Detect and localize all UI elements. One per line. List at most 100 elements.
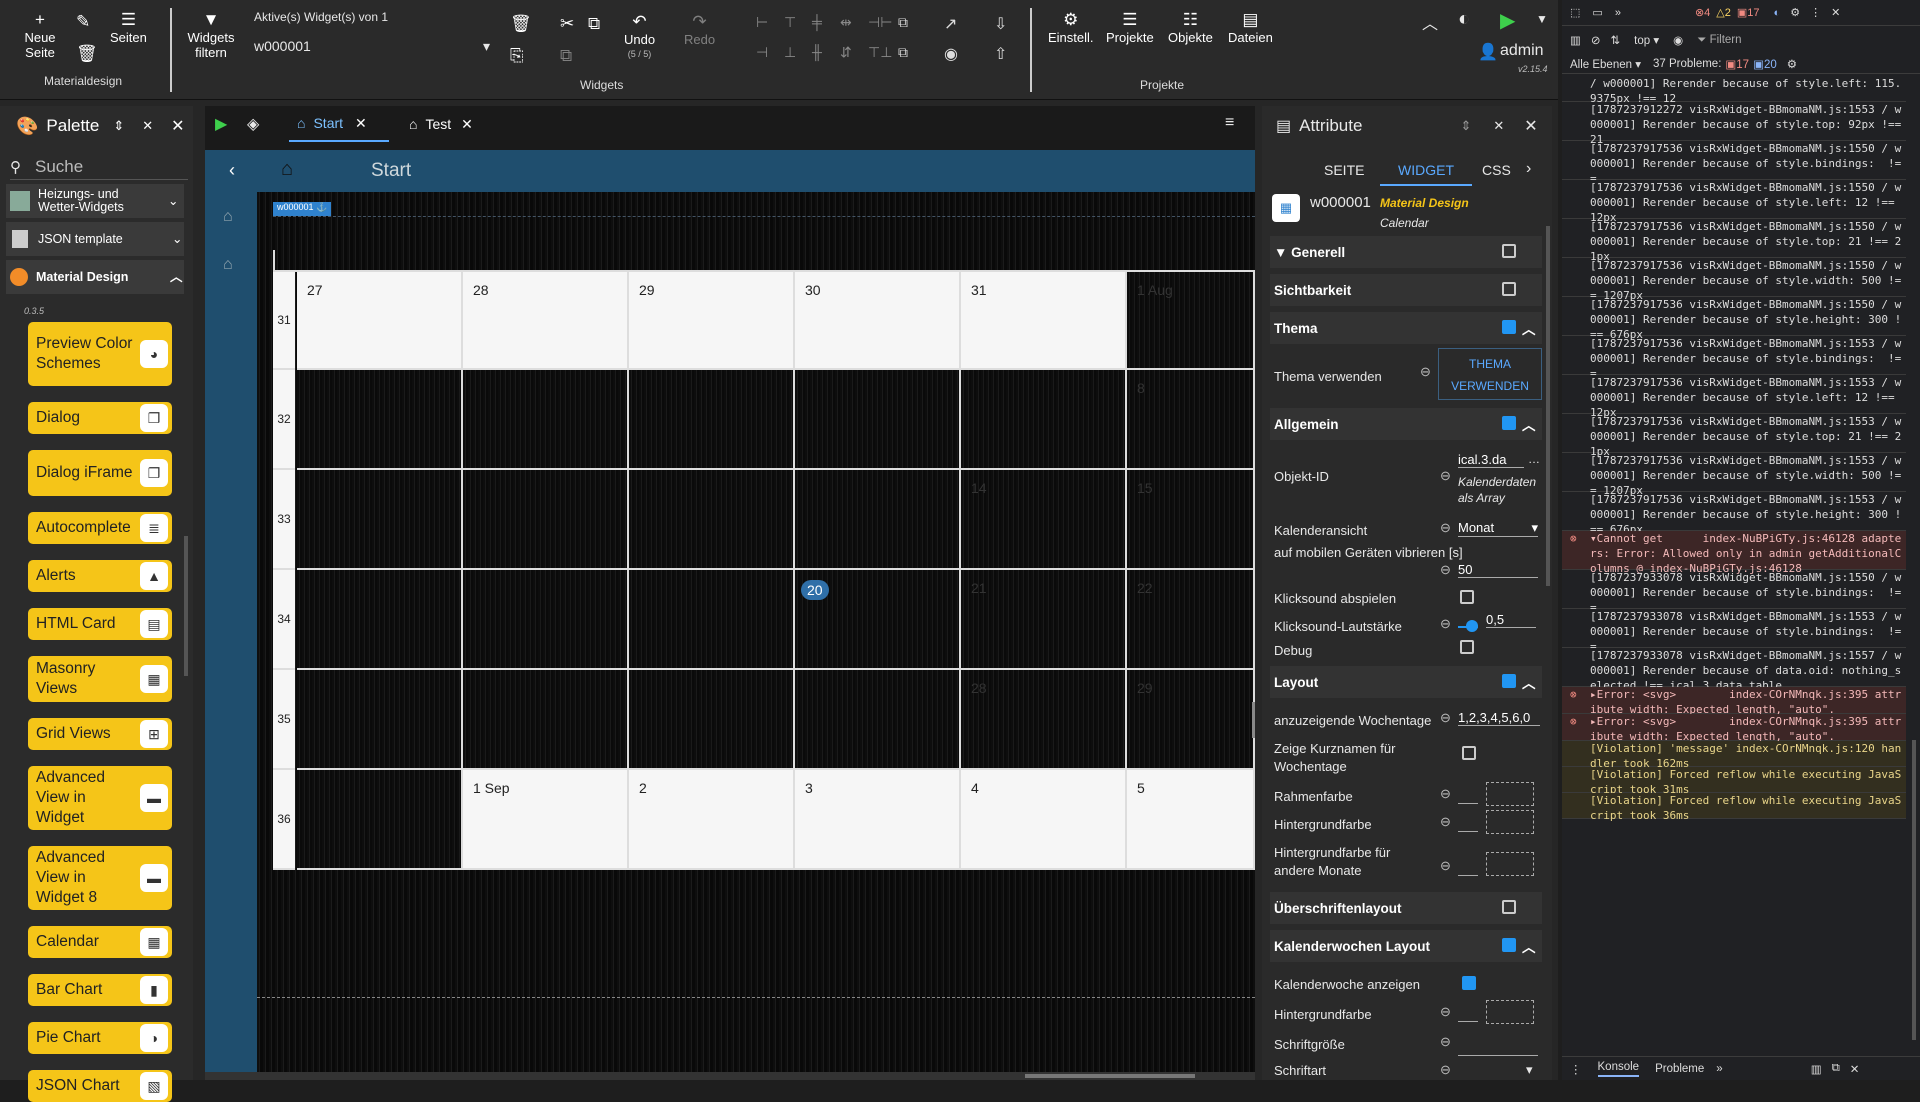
console-log[interactable]: [1787237917536 visRxWidget-BBmomaNM.js:1… (1562, 297, 1906, 341)
link-icon[interactable]: ⊖ (1440, 1004, 1451, 1020)
md-widget-item[interactable]: Alerts ▲ (28, 560, 172, 592)
distribute-v-icon[interactable]: ⇵ (840, 44, 852, 61)
kalenderansicht-select[interactable]: Monat ▾ (1458, 520, 1538, 537)
sort-icon[interactable]: ⇕ (113, 118, 124, 134)
md-widget-item[interactable]: Advanced View in Widget ▬ (28, 766, 172, 830)
run-icon[interactable]: ▶ (1500, 8, 1515, 33)
link-icon[interactable]: ⊖ (1440, 562, 1451, 578)
align-bottom-icon[interactable]: ⊥ (784, 44, 796, 61)
hintergrundfarbe-swatch[interactable] (1486, 810, 1534, 834)
link-icon[interactable]: ⊖ (1440, 786, 1451, 802)
console-log[interactable]: [1787237917536 visRxWidget-BBmomaNM.js:1… (1562, 219, 1906, 263)
kebab-icon[interactable]: ⋮ (1810, 6, 1821, 19)
chevron-up-icon[interactable]: ︿ (1522, 936, 1536, 956)
warning-count-icon[interactable]: △2 (1716, 6, 1731, 19)
link-icon[interactable]: ⊖ (1440, 468, 1451, 484)
import-icon[interactable]: ⇩ (994, 14, 1007, 34)
link-icon[interactable]: ⊖ (1440, 520, 1451, 536)
align-middle-icon[interactable]: ╫ (812, 44, 822, 60)
collapse-icon[interactable]: ✕ (142, 118, 153, 134)
calendar-day-cell[interactable]: 31 (961, 272, 1127, 370)
link-icon[interactable]: ⊖ (1440, 710, 1451, 726)
wochentage-input[interactable]: 1,2,3,4,5,6,0 (1458, 710, 1540, 726)
console-log[interactable]: [1787237933078 visRxWidget-BBmomaNM.js:1… (1562, 609, 1906, 653)
collapse-toolbar-icon[interactable]: ︿ (1422, 10, 1438, 34)
view-canvas[interactable]: ‹ ⌂ Start ⌂ ⌂ w000001 ⚓ 31 27 28 29 30 31 1 Au… (205, 150, 1255, 1080)
section-sichtbarkeit[interactable]: Sichtbarkeit (1270, 274, 1542, 306)
attributes-scrollbar[interactable] (1546, 226, 1550, 586)
calendar-day-cell[interactable]: 29 (629, 272, 795, 370)
md-widget-item[interactable]: Pie Chart ◑ (28, 1022, 172, 1054)
tab-problems[interactable]: Probleme (1655, 1063, 1704, 1075)
calendar-day-cell[interactable]: 20 (795, 570, 961, 670)
md-widget-item[interactable]: HTML Card ▤ (28, 608, 172, 640)
calendar-day-cell[interactable]: 1 Aug (1127, 272, 1255, 370)
console-log[interactable]: [1787237917536 visRxWidget-BBmomaNM.js:1… (1562, 375, 1906, 419)
calendar-day-cell[interactable] (297, 470, 463, 570)
resize-handle[interactable] (1252, 702, 1255, 738)
palette-search[interactable]: ⚲ Suche (10, 154, 188, 180)
issue-count-icon[interactable]: ▣17 (1737, 6, 1760, 19)
files-button[interactable]: ▤ Dateien (1228, 10, 1273, 45)
sort-icon[interactable]: ⇕ (1460, 118, 1471, 134)
problems-info[interactable]: ▣20 (1753, 57, 1777, 71)
home-icon[interactable]: ⌂ (223, 256, 233, 274)
md-widget-item[interactable]: JSON Chart ▧ (28, 1070, 172, 1102)
caret-down-icon[interactable]: ▾ (1526, 1062, 1533, 1078)
md-widget-item[interactable]: Calendar ▦ (28, 926, 172, 958)
calendar-day-cell[interactable]: 29 (1127, 670, 1255, 770)
md-widget-item[interactable]: Autocomplete ≣ (28, 512, 172, 544)
levels-select[interactable]: Alle Ebenen ▾ (1570, 57, 1641, 71)
inspect-icon[interactable]: ⬚ (1570, 6, 1580, 19)
console-log[interactable]: [1787237933078 visRxWidget-BBmomaNM.js:1… (1562, 648, 1906, 692)
kw-hintergrund-swatch[interactable] (1486, 1000, 1534, 1024)
delete-widget-button[interactable]: 🗑 (510, 14, 532, 34)
chevron-up-icon[interactable]: ︿ (1522, 414, 1536, 434)
align-left-icon[interactable]: ⊢ (756, 14, 768, 31)
objekt-id-input[interactable]: ical.3.da (1458, 452, 1524, 468)
kalenderwochen-checkbox[interactable] (1502, 938, 1516, 952)
horizontal-scrollbar[interactable] (205, 1072, 1255, 1080)
close-icon[interactable]: ✕ (171, 116, 184, 136)
console-log[interactable]: [1787237917536 visRxWidget-BBmomaNM.js:1… (1562, 453, 1906, 497)
delete-page-button[interactable]: 🗑 (76, 44, 98, 64)
md-widget-item[interactable]: Dialog iFrame ❐ (28, 450, 172, 496)
group-icon[interactable]: ⧉ (898, 44, 908, 61)
calendar-day-cell[interactable] (297, 770, 463, 870)
export-icon[interactable]: ⇧ (994, 44, 1007, 64)
eye-icon[interactable]: ◉ (944, 44, 958, 64)
console-error[interactable]: ⊗ ▸Error: <svg> index-COrNMnqk.js:395 att… (1562, 714, 1906, 743)
user-name[interactable]: admin (1500, 42, 1544, 60)
context-select[interactable]: top ▾ (1634, 33, 1659, 47)
error-count-icon[interactable]: ⊗4 (1695, 6, 1710, 19)
cut-button[interactable]: ✂ (560, 14, 574, 34)
undock-icon[interactable]: ⧉ (1832, 1062, 1840, 1075)
md-widget-item[interactable]: Grid Views ⊞ (28, 718, 172, 750)
console-log[interactable]: [1787237917536 visRxWidget-BBmomaNM.js:1… (1562, 414, 1906, 458)
rahmenfarbe-swatch[interactable] (1486, 782, 1534, 806)
device-icon[interactable]: ▭ (1592, 6, 1602, 19)
calendar-day-cell[interactable]: 1 Sep (463, 770, 629, 870)
calendar-day-cell[interactable] (463, 470, 629, 570)
copy-button[interactable]: ⧉ (588, 14, 600, 34)
chevron-right-icon[interactable]: › (1526, 160, 1531, 178)
console-log[interactable]: [1787237917536 visRxWidget-BBmomaNM.js:1… (1562, 141, 1906, 185)
eye-icon[interactable]: ◉ (1673, 33, 1683, 47)
tab-widget[interactable]: WIDGET (1398, 162, 1454, 178)
category-material-design[interactable]: Material Design ︿ (6, 260, 184, 294)
md-widget-item[interactable]: Masonry Views ▦ (28, 656, 172, 702)
calendar-day-cell[interactable]: 22 (1127, 570, 1255, 670)
calendar-day-cell[interactable]: 28 (463, 272, 629, 370)
calendar-day-cell[interactable] (629, 370, 795, 470)
allgemein-checkbox[interactable] (1502, 416, 1516, 430)
link-icon[interactable]: ⊖ (1440, 814, 1451, 830)
hintergrund-andere-input[interactable] (1458, 862, 1478, 876)
calendar-day-cell[interactable] (297, 670, 463, 770)
calendar-day-cell[interactable]: 14 (961, 470, 1127, 570)
generell-checkbox[interactable] (1502, 244, 1516, 258)
calendar-day-cell[interactable] (463, 670, 629, 770)
align-right-icon[interactable]: ⊣ (756, 44, 768, 61)
copilot-icon[interactable]: ◐ (1774, 7, 1781, 19)
gear-icon[interactable]: ⚙ (1790, 6, 1800, 19)
collapse-icon[interactable]: ✕ (1493, 118, 1504, 134)
